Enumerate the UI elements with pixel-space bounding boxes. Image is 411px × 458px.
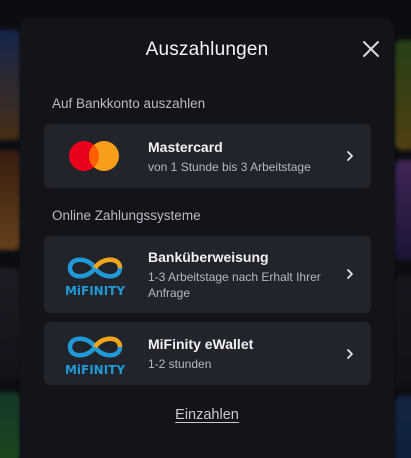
background-game-tile — [395, 160, 411, 260]
method-title: Mastercard — [148, 139, 223, 155]
close-icon — [363, 41, 379, 57]
svg-text:MiFINITY: MiFINITY — [65, 284, 125, 298]
section-label-online: Online Zahlungssysteme — [52, 208, 201, 223]
background-game-tile — [395, 276, 411, 386]
chevron-right-icon — [347, 269, 353, 279]
background-game-tile — [0, 268, 20, 378]
background-game-tile — [0, 150, 20, 250]
method-subtitle: 1-3 Arbeitstage nach Erhalt Ihrer Anfrag… — [148, 270, 321, 300]
background-game-tile — [0, 392, 20, 458]
chevron-right-icon — [347, 151, 353, 161]
background-game-tile — [395, 40, 411, 150]
method-mastercard[interactable]: Mastercard von 1 Stunde bis 3 Arbeitstag… — [44, 124, 371, 188]
deposit-link[interactable]: Einzahlen — [20, 407, 394, 423]
background-game-tile — [0, 30, 20, 140]
method-mifinity-ewallet[interactable]: MiFINITY MiFinity eWallet 1-2 stunden — [44, 322, 371, 385]
method-bank-transfer[interactable]: MiFINITY Banküberweisung 1-3 Arbeitstage… — [44, 236, 371, 313]
section-label-bank: Auf Bankkonto auszahlen — [52, 96, 206, 111]
chevron-right-icon — [347, 349, 353, 359]
method-title: MiFinity eWallet — [148, 336, 254, 352]
close-button[interactable] — [360, 38, 382, 60]
method-title: Banküberweisung — [148, 249, 269, 265]
withdrawal-modal: Auszahlungen Auf Bankkonto auszahlen Mas… — [20, 18, 394, 458]
method-subtitle: 1-2 stunden — [148, 357, 212, 371]
mastercard-logo — [64, 138, 124, 179]
modal-title: Auszahlungen — [145, 39, 269, 60]
svg-text:MiFINITY: MiFINITY — [65, 363, 125, 377]
mifinity-logo: MiFINITY — [64, 332, 126, 383]
method-subtitle: von 1 Stunde bis 3 Arbeitstage — [148, 160, 311, 174]
mifinity-logo: MiFINITY — [64, 253, 126, 304]
background-game-tile — [395, 396, 411, 458]
